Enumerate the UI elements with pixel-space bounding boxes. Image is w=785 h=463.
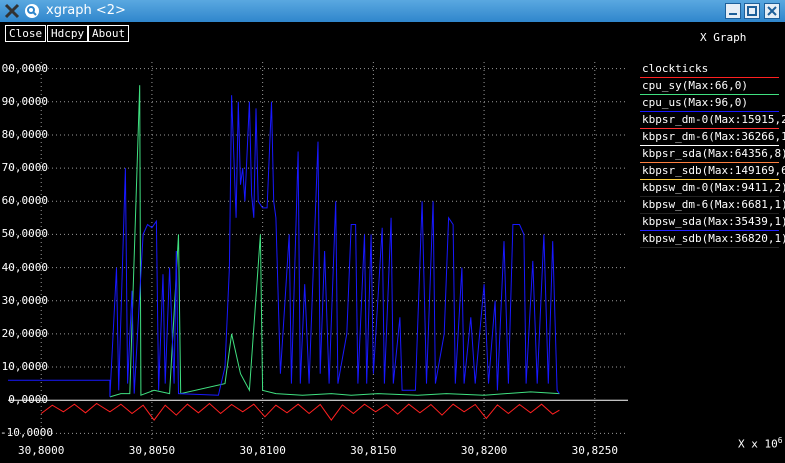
y-tick-label: 00,0000: [1, 61, 48, 75]
legend-label: kbpsw_dm-6(Max:6681,1): [642, 198, 785, 211]
x-tick-label: 30,8000: [18, 444, 65, 457]
minimize-icon: [729, 13, 737, 15]
legend-swatch: [640, 94, 779, 95]
legend-label: kbpsr_sda(Max:64356,8): [642, 147, 785, 160]
legend-swatch: [640, 128, 779, 129]
y-tick-label: 20,0000: [1, 326, 48, 340]
legend-swatch: [640, 213, 779, 214]
x-tick-label: 30,8050: [128, 444, 176, 457]
legend-label: kbpsr_sdb(Max:149169,6): [642, 164, 785, 177]
legend-label: clockticks: [642, 62, 709, 75]
x-tick-label: 30,8250: [571, 444, 618, 457]
legend-swatch: [640, 111, 779, 112]
y-tick-label: 60,0000: [1, 194, 48, 208]
window-menu-icon[interactable]: [24, 3, 40, 19]
legend-label: cpu_us(Max:96,0): [642, 96, 748, 109]
y-tick-label: 90,0000: [1, 94, 48, 108]
legend-label: kbpsw_sdb(Max:36820,1): [642, 232, 785, 245]
y-tick-label: -10,0000: [0, 426, 53, 440]
window-titlebar[interactable]: xgraph <2>: [0, 0, 785, 22]
legend-swatch: [640, 77, 779, 78]
legend-swatch: [640, 145, 779, 146]
window-title: xgraph <2>: [46, 3, 126, 18]
y-tick-label: 30,0000: [1, 293, 48, 307]
legend-swatch: [640, 196, 779, 197]
y-tick-label: 40,0000: [1, 260, 48, 274]
legend-label: kbpsw_sda(Max:35439,1): [642, 215, 785, 228]
x-tick-label: 30,8200: [460, 444, 508, 457]
series-line: [40, 402, 560, 421]
legend-label: kbpsr_dm-0(Max:15915,2): [642, 113, 785, 126]
y-tick-label: 70,0000: [1, 161, 48, 175]
legend-swatch: [640, 162, 779, 163]
x-tick-label: 30,8150: [350, 444, 397, 457]
legend-swatch: [640, 179, 779, 180]
y-tick-label: 50,0000: [1, 227, 48, 241]
series-line: [8, 95, 560, 397]
close-icon: [767, 6, 777, 16]
graph-window: Close Hdcpy About X Graph -10,0000 0,0000…: [0, 22, 785, 463]
y-tick-label: 0,0000: [8, 393, 48, 407]
legend-swatch: [640, 247, 779, 248]
maximize-button[interactable]: [744, 3, 760, 19]
x-tick-label: 30,8100: [239, 444, 286, 457]
legend-label: kbpsr_dm-6(Max:36266,1): [642, 130, 785, 143]
x-axis-unit: X x 106: [738, 436, 783, 451]
x-logo-icon: [4, 3, 20, 19]
legend-swatch: [640, 230, 779, 231]
close-window-button[interactable]: [764, 3, 780, 19]
legend-label: cpu_sy(Max:66,0): [642, 79, 748, 92]
minimize-button[interactable]: [725, 3, 741, 19]
maximize-icon: [747, 6, 757, 16]
y-tick-label: 10,0000: [1, 360, 48, 374]
legend-label: kbpsw_dm-0(Max:9411,2): [642, 181, 785, 194]
y-tick-label: 80,0000: [1, 127, 48, 141]
